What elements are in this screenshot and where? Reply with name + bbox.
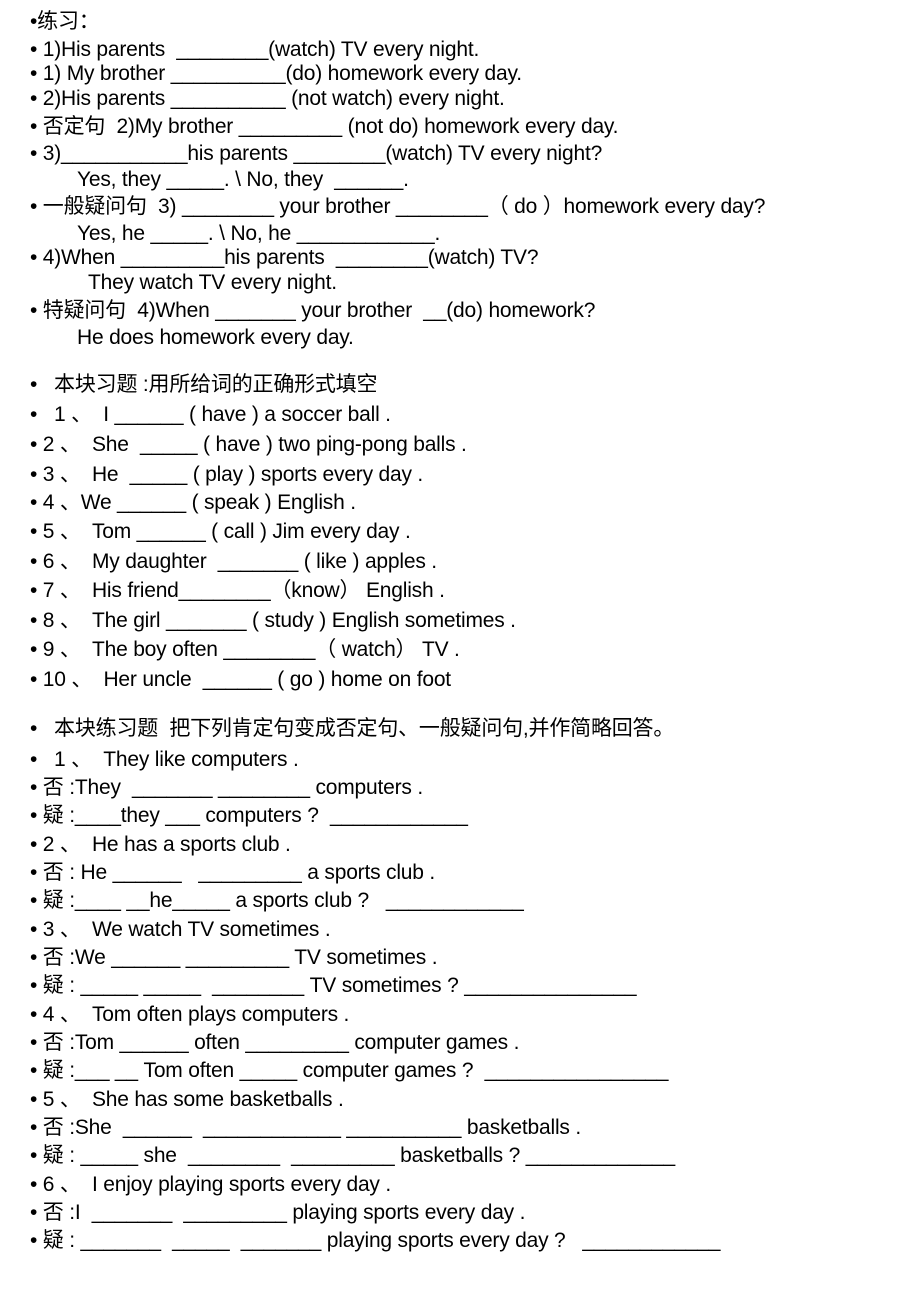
worksheet-line: •练习： <box>30 10 100 33</box>
worksheet-line: • 8 、 The girl _______ ( study ) English… <box>30 609 516 632</box>
worksheet-line: • 6 、 I enjoy playing sports every day . <box>30 1173 391 1196</box>
worksheet-line: • 否定句 2)My brother _________ (not do) ho… <box>30 115 619 138</box>
worksheet-line: • 特疑问句 4)When _______ your brother __(do… <box>30 299 596 322</box>
worksheet-line: • 4 、We ______ ( speak ) English . <box>30 491 356 514</box>
worksheet-line: • 否 :They _______ ________ computers . <box>30 776 423 799</box>
worksheet-line: • 一般疑问句 3) ________ your brother _______… <box>30 195 766 218</box>
worksheet-line: • 3 、 He _____ ( play ) sports every day… <box>30 463 424 486</box>
worksheet-line: • 5 、 She has some basketballs . <box>30 1088 344 1111</box>
worksheet-line: • 本块习题 :用所给词的正确形式填空 <box>30 373 378 396</box>
worksheet-line: • 2 、 He has a sports club . <box>30 833 291 856</box>
worksheet-line: Yes, he _____. \ No, he ____________. <box>77 222 441 245</box>
worksheet-line: They watch TV every night. <box>88 271 337 294</box>
worksheet-line: He does homework every day. <box>77 326 354 349</box>
worksheet-line: • 4 、 Tom often plays computers . <box>30 1003 350 1026</box>
worksheet-line: • 疑 :____ __he_____ a sports club ? ____… <box>30 889 524 912</box>
worksheet-line: • 疑 :____they ___ computers ? __________… <box>30 804 468 827</box>
worksheet-line: • 疑 : _______ _____ _______ playing spor… <box>30 1229 721 1252</box>
worksheet-line: • 1) My brother __________(do) homework … <box>30 62 522 85</box>
worksheet-line: • 1 、 They like computers . <box>30 748 299 771</box>
worksheet-line: • 否 :I _______ _________ playing sports … <box>30 1201 526 1224</box>
worksheet-line: • 10 、 Her uncle ______ ( go ) home on f… <box>30 668 451 691</box>
worksheet-line: • 2)His parents __________ (not watch) e… <box>30 87 505 110</box>
worksheet-line: • 5 、 Tom ______ ( call ) Jim every day … <box>30 520 411 543</box>
worksheet-line: • 否 : He ______ _________ a sports club … <box>30 861 436 884</box>
worksheet-line: • 3)___________his parents ________(watc… <box>30 142 603 165</box>
worksheet-line: • 1 、 I ______ ( have ) a soccer ball . <box>30 403 391 426</box>
worksheet-line: • 本块练习题 把下列肯定句变成否定句、一般疑问句,并作简略回答。 <box>30 717 675 740</box>
worksheet-line: • 4)When _________his parents ________(w… <box>30 246 539 269</box>
worksheet-line: • 1)His parents ________(watch) TV every… <box>30 38 480 61</box>
worksheet-line: • 9 、 The boy often ________（ watch） TV … <box>30 638 460 661</box>
worksheet-line: • 7 、 His friend________（know） English . <box>30 579 445 602</box>
worksheet-line: • 否 :We ______ _________ TV sometimes . <box>30 946 438 969</box>
worksheet-line: • 3 、 We watch TV sometimes . <box>30 918 331 941</box>
worksheet-line: • 疑 :___ __ Tom often _____ computer gam… <box>30 1059 669 1082</box>
worksheet-line: • 6 、 My daughter _______ ( like ) apple… <box>30 550 437 573</box>
worksheet-line: • 否 :She ______ ____________ __________ … <box>30 1116 581 1139</box>
worksheet-line: • 疑 : _____ _____ ________ TV sometimes … <box>30 974 637 997</box>
worksheet-line: Yes, they _____. \ No, they ______. <box>77 168 409 191</box>
worksheet-line: • 疑 : _____ she ________ _________ baske… <box>30 1144 675 1167</box>
worksheet-line: • 2 、 She _____ ( have ) two ping-pong b… <box>30 433 467 456</box>
worksheet-line: • 否 :Tom ______ often _________ computer… <box>30 1031 520 1054</box>
